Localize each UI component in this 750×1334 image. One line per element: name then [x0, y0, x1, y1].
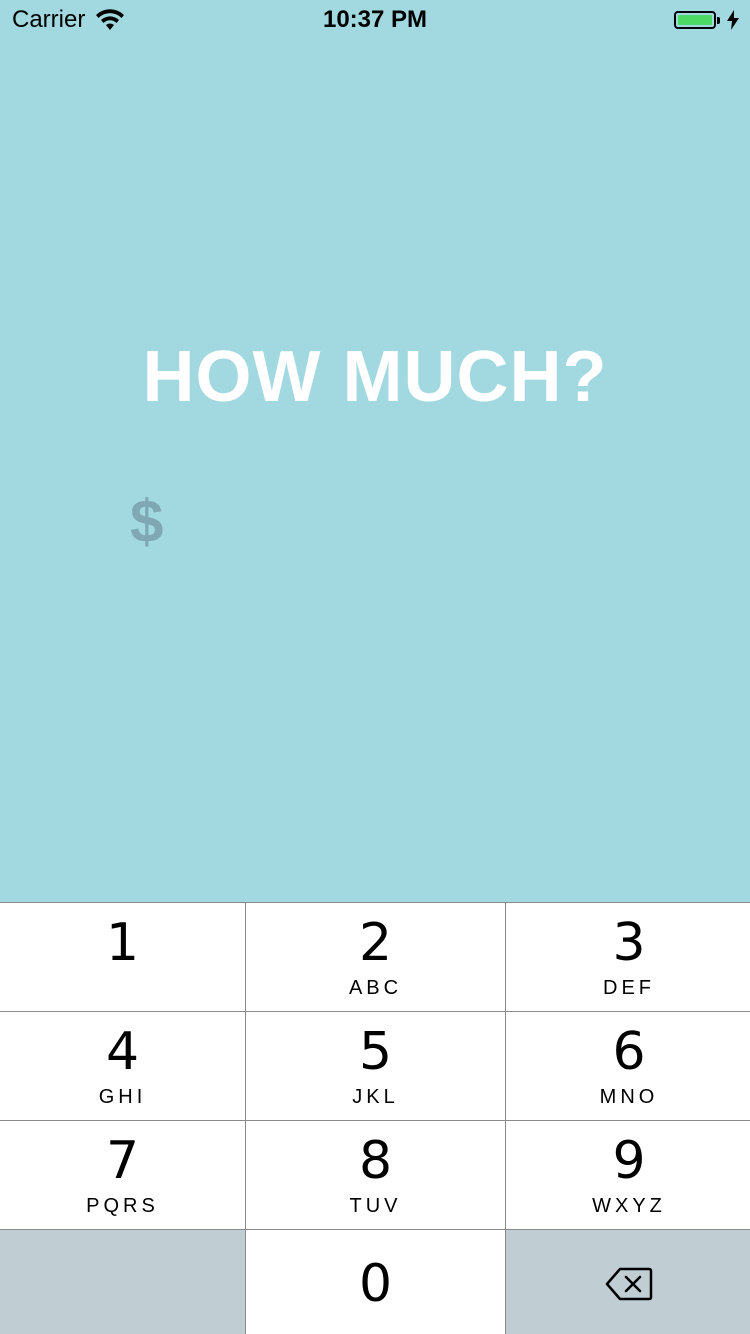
key-5[interactable]: 5 JKL — [246, 1012, 505, 1120]
key-digit: 3 — [612, 913, 646, 973]
key-digit: 6 — [612, 1022, 646, 1082]
key-digit: 0 — [358, 1254, 393, 1314]
charging-bolt-icon — [727, 10, 739, 30]
delete-backspace-icon — [605, 1267, 653, 1301]
key-7[interactable]: 7 PQRS — [0, 1121, 245, 1229]
key-3[interactable]: 3 DEF — [506, 903, 750, 1011]
key-4[interactable]: 4 GHI — [0, 1012, 245, 1120]
key-digit: 8 — [358, 1131, 393, 1191]
key-0[interactable]: 0 — [246, 1230, 505, 1334]
battery-tip — [717, 16, 720, 24]
key-letters: DEF — [603, 977, 655, 999]
key-letters: MNO — [599, 1086, 659, 1108]
key-letters: ABC — [348, 977, 403, 999]
key-letters: GHI — [98, 1086, 147, 1108]
key-1[interactable]: 1 — [0, 903, 245, 1011]
currency-symbol: $ — [130, 487, 164, 555]
key-digit: 1 — [105, 913, 140, 973]
key-digit: 5 — [358, 1022, 393, 1082]
key-letters: JKL — [352, 1086, 399, 1108]
amount-input[interactable] — [173, 490, 750, 552]
key-digit: 4 — [105, 1022, 140, 1082]
battery-indicator — [674, 10, 740, 30]
battery-fill — [678, 15, 712, 25]
amount-row: $ — [130, 486, 750, 556]
battery-icon — [674, 11, 716, 29]
screen: Carrier 10:37 PM HOW MUCH? $ 1 2 ABC 3 D… — [0, 0, 750, 1334]
key-9[interactable]: 9 WXYZ — [506, 1121, 750, 1229]
status-bar: Carrier 10:37 PM — [0, 0, 750, 40]
key-digit: 2 — [358, 913, 393, 973]
key-letters: PQRS — [86, 1195, 159, 1217]
key-8[interactable]: 8 TUV — [246, 1121, 505, 1229]
key-digit: 9 — [612, 1131, 646, 1191]
page-title: HOW MUCH? — [142, 337, 608, 417]
key-letters: TUV — [349, 1195, 402, 1217]
key-letters: WXYZ — [592, 1195, 666, 1217]
key-digit: 7 — [105, 1131, 140, 1191]
key-2[interactable]: 2 ABC — [246, 903, 505, 1011]
key-blank — [0, 1230, 245, 1334]
numeric-keypad: 1 2 ABC 3 DEF 4 GHI 5 JKL 6 MNO 7 PQRS 8… — [0, 902, 750, 1334]
delete-key[interactable] — [506, 1230, 750, 1334]
status-time: 10:37 PM — [322, 6, 428, 33]
key-6[interactable]: 6 MNO — [506, 1012, 750, 1120]
